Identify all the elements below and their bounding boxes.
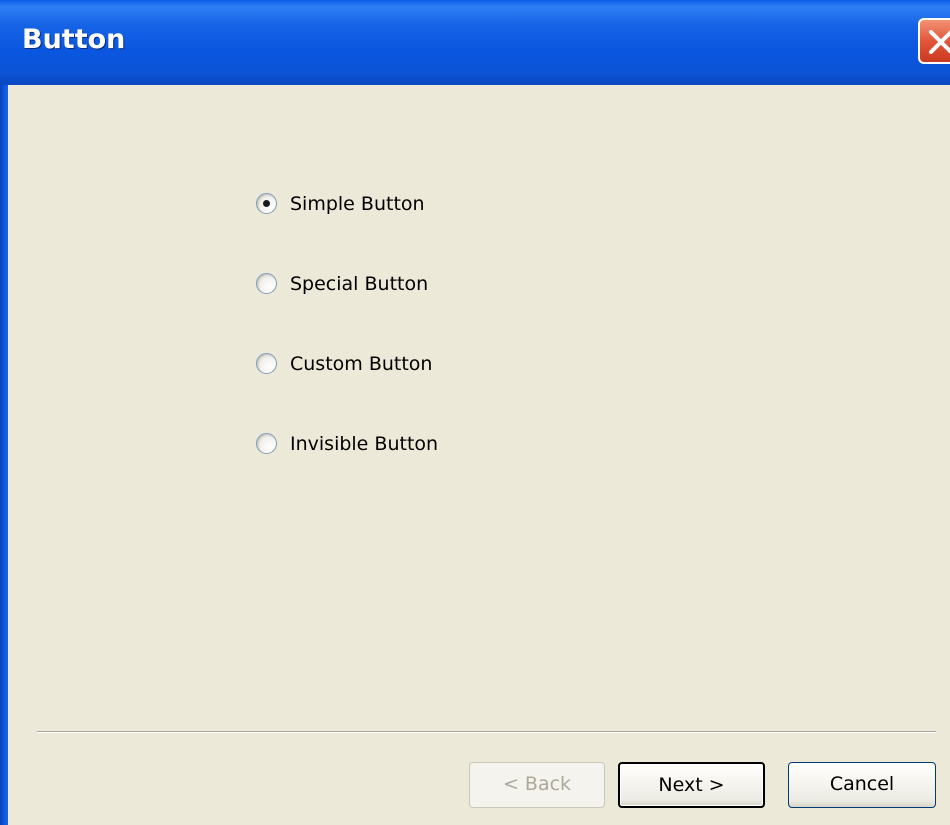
- title-bar[interactable]: Button: [0, 0, 950, 85]
- radio-indicator[interactable]: [256, 193, 277, 214]
- close-button[interactable]: [918, 18, 950, 64]
- next-button[interactable]: Next >: [618, 762, 765, 808]
- radio-indicator[interactable]: [256, 273, 277, 294]
- wizard-dialog: Button Simple Button Special Button Cust…: [0, 0, 950, 825]
- window-title: Button: [22, 24, 126, 55]
- cancel-button[interactable]: Cancel: [788, 762, 936, 808]
- window-frame-left: [0, 85, 8, 825]
- radio-indicator[interactable]: [256, 433, 277, 454]
- radio-selected-dot: [263, 200, 270, 207]
- radio-label-simple-button[interactable]: Simple Button: [290, 190, 425, 218]
- next-button-label: Next >: [658, 774, 725, 796]
- close-icon: [929, 30, 950, 54]
- radio-label-special-button[interactable]: Special Button: [290, 270, 428, 298]
- radio-indicator[interactable]: [256, 353, 277, 374]
- radio-label-invisible-button[interactable]: Invisible Button: [290, 430, 438, 458]
- footer-separator: [37, 731, 936, 733]
- radio-label-custom-button[interactable]: Custom Button: [290, 350, 432, 378]
- back-button: < Back: [469, 762, 605, 808]
